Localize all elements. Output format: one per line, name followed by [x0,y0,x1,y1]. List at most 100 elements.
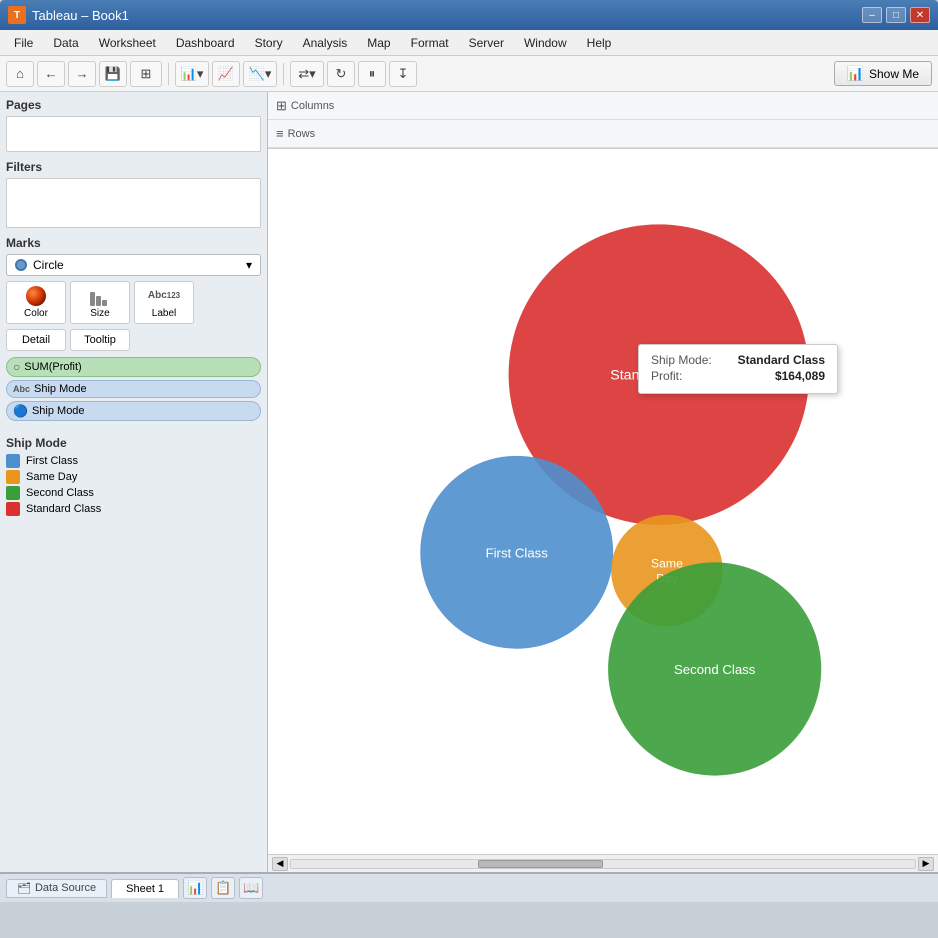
legend-item-first: First Class [6,454,261,468]
marks-buttons-row2: Detail Tooltip [6,329,261,351]
tab-new-dashboard-button[interactable]: 📋 [211,877,235,899]
tab-sheet1[interactable]: Sheet 1 [111,879,179,898]
toolbar-chart3[interactable]: 📉▾ [243,61,277,87]
toolbar-pause[interactable]: ⏸ [358,61,386,87]
menu-story[interactable]: Story [245,34,293,52]
toolbar-back[interactable]: ← [37,61,65,87]
datasource-icon: 🗂 [17,882,31,895]
menu-file[interactable]: File [4,34,43,52]
chart-area: Standard Class First Class Same Day Seco… [268,149,938,854]
shelf-area: ⊞ Columns ≡ Rows [268,92,938,149]
minimize-button[interactable]: – [862,7,882,23]
show-me-button[interactable]: 📊 Show Me [834,61,932,86]
shipmode-text-label: Ship Mode [34,383,87,395]
legend-color-same [6,470,20,484]
toolbar-swap[interactable]: ⇄▾ [290,61,324,87]
color-label: Color [24,308,48,319]
color-icon [26,286,46,306]
tab-new-sheet-button[interactable]: 📊 [183,877,207,899]
toolbar-forward[interactable]: → [68,61,96,87]
tab-new-story-button[interactable]: 📖 [239,877,263,899]
tooltip-box: Ship Mode: Standard Class Profit: $164,0… [638,344,838,394]
app-icon: T [8,6,26,24]
filters-label: Filters [6,160,261,174]
maximize-button[interactable]: □ [886,7,906,23]
detail-label: Detail [22,334,50,346]
columns-label: ⊞ Columns [276,98,346,114]
label-sameday1: Same [651,556,683,570]
new-sheet-icon: 📊 [187,880,203,896]
shipmode-color-icon: 🔵 [13,404,28,418]
legend-item-same: Same Day [6,470,261,484]
menu-map[interactable]: Map [357,34,400,52]
menu-dashboard[interactable]: Dashboard [166,34,245,52]
columns-shelf: ⊞ Columns [268,92,938,120]
marks-buttons: Color Size Abc123 Label [6,281,261,324]
new-story-icon: 📖 [243,880,259,896]
close-button[interactable]: ✕ [910,7,930,23]
marks-size-button[interactable]: Size [70,281,130,324]
scroll-track[interactable] [290,859,916,869]
legend-label-same: Same Day [26,471,77,483]
toolbar: ⌂ ← → 💾 ⊞ 📊▾ 📈 📉▾ ⇄▾ ↻ ⏸ ↧ 📊 Show Me [0,56,938,92]
show-me-icon: 📊 [847,65,864,82]
legend-label-second: Second Class [26,487,94,499]
marks-tooltip-button[interactable]: Tooltip [70,329,130,351]
legend-item-standard: Standard Class [6,502,261,516]
legend-label-first: First Class [26,455,78,467]
scroll-right-button[interactable]: ▶ [918,857,934,871]
shipmode-text-icon: Abc [13,384,30,394]
marks-color-button[interactable]: Color [6,281,66,324]
toolbar-chart2[interactable]: 📈 [212,61,240,87]
toolbar-refresh[interactable]: ↻ [327,61,355,87]
toolbar-home[interactable]: ⌂ [6,61,34,87]
sheet1-label: Sheet 1 [126,883,164,895]
menu-worksheet[interactable]: Worksheet [89,34,166,52]
marks-pill-shipmode-text[interactable]: Abc Ship Mode [6,380,261,398]
toolbar-addds[interactable]: ⊞ [130,61,162,87]
label-second: Second Class [674,662,756,677]
columns-icon: ⊞ [276,98,287,114]
marks-dropdown[interactable]: Circle ▾ [6,254,261,276]
legend-color-standard [6,502,20,516]
marks-detail-button[interactable]: Detail [6,329,66,351]
label-icon: Abc123 [154,286,174,306]
menu-window[interactable]: Window [514,34,577,52]
tooltip-row-profit: Profit: $164,089 [651,369,825,383]
rows-shelf: ≡ Rows [268,120,938,148]
scroll-thumb[interactable] [478,860,603,868]
rows-label: ≡ Rows [276,126,346,141]
toolbar-chart1[interactable]: 📊▾ [175,61,209,87]
toolbar-save[interactable]: 💾 [99,61,127,87]
datasource-label: Data Source [35,882,96,894]
main-layout: Pages Filters Marks Circle ▾ Color [0,92,938,872]
size-label: Size [90,308,109,319]
pages-section: Pages [6,98,261,152]
legend-title: Ship Mode [6,436,261,450]
label-btn-label: Label [152,308,176,319]
tab-datasource[interactable]: 🗂 Data Source [6,879,107,898]
scroll-left-button[interactable]: ◀ [272,857,288,871]
menu-help[interactable]: Help [577,34,622,52]
tooltip-profit-val: $164,089 [775,369,825,383]
tooltip-shipmode-val: Standard Class [738,353,825,367]
menu-server[interactable]: Server [459,34,514,52]
toolbar-fit[interactable]: ↧ [389,61,417,87]
tooltip-profit-key: Profit: [651,369,682,383]
new-dashboard-icon: 📋 [215,880,231,896]
menu-format[interactable]: Format [401,34,459,52]
marks-label: Marks [6,236,261,250]
marks-label-button[interactable]: Abc123 Label [134,281,194,324]
marks-pill-profit[interactable]: ○ SUM(Profit) [6,357,261,377]
menu-data[interactable]: Data [43,34,88,52]
menu-analysis[interactable]: Analysis [293,34,358,52]
toolbar-sep2 [283,63,284,85]
profit-pill-label: SUM(Profit) [24,361,81,373]
window-title: Tableau – Book1 [32,8,129,23]
marks-pill-shipmode-color[interactable]: 🔵 Ship Mode [6,401,261,421]
legend-color-first [6,454,20,468]
tooltip-row-shipmode: Ship Mode: Standard Class [651,353,825,367]
scrollbar-area: ◀ ▶ [268,854,938,872]
pages-label: Pages [6,98,261,112]
left-panel: Pages Filters Marks Circle ▾ Color [0,92,268,872]
